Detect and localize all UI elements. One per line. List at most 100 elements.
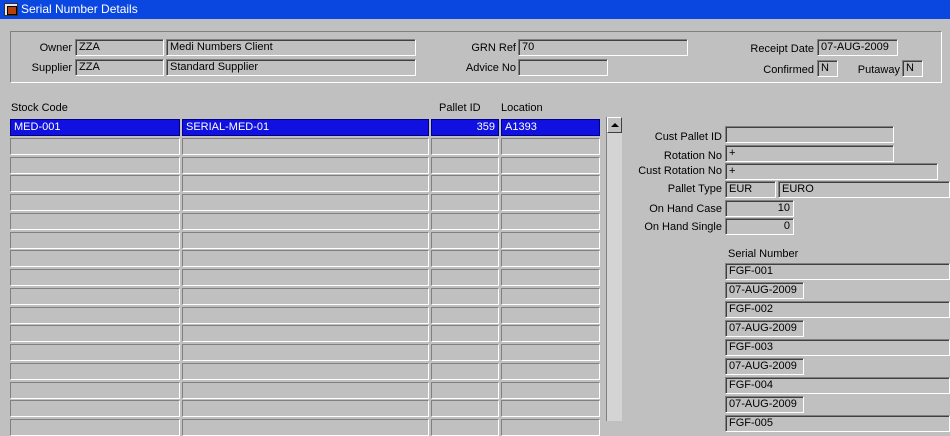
location-cell[interactable] xyxy=(501,250,600,267)
description-cell[interactable] xyxy=(182,288,429,305)
stock-code-cell[interactable] xyxy=(10,325,180,342)
location-cell[interactable] xyxy=(501,157,600,174)
pallet-id-cell[interactable] xyxy=(431,194,499,211)
description-cell[interactable] xyxy=(182,269,429,286)
supplier-name-field[interactable]: Standard Supplier xyxy=(166,59,416,76)
stock-code-cell[interactable] xyxy=(10,269,180,286)
location-cell[interactable] xyxy=(501,400,600,417)
serial-date-field[interactable]: 07-AUG-2009 xyxy=(725,396,804,413)
stock-code-cell[interactable] xyxy=(10,175,180,192)
on-hand-single-field[interactable]: 0 xyxy=(725,218,794,235)
owner-name-field[interactable]: Medi Numbers Client xyxy=(166,39,416,56)
pallet-id-cell[interactable] xyxy=(431,175,499,192)
location-cell[interactable] xyxy=(501,194,600,211)
receipt-date-field[interactable]: 07-AUG-2009 xyxy=(817,39,898,56)
pallet-id-cell[interactable] xyxy=(431,325,499,342)
supplier-code-field[interactable]: ZZA xyxy=(75,59,164,76)
rotation-no-field[interactable]: + xyxy=(725,145,894,162)
pallet-id-cell[interactable] xyxy=(431,307,499,324)
owner-code-field[interactable]: ZZA xyxy=(75,39,164,56)
stock-code-cell[interactable] xyxy=(10,400,180,417)
location-cell[interactable] xyxy=(501,363,600,380)
column-header-pallet-id: Pallet ID xyxy=(439,102,481,114)
putaway-label: Putaway xyxy=(857,64,900,76)
stock-code-cell[interactable] xyxy=(10,232,180,249)
description-cell[interactable]: SERIAL-MED-01 xyxy=(182,119,429,136)
stock-code-cell[interactable] xyxy=(10,157,180,174)
description-cell[interactable] xyxy=(182,250,429,267)
description-cell[interactable] xyxy=(182,363,429,380)
stock-code-cell[interactable] xyxy=(10,307,180,324)
pallet-type-name-field[interactable]: EURO xyxy=(778,181,950,198)
confirmed-field[interactable]: N xyxy=(817,60,838,77)
location-cell[interactable]: A1393 xyxy=(501,119,600,136)
description-cell[interactable] xyxy=(182,400,429,417)
stock-code-cell[interactable] xyxy=(10,419,180,436)
oracle-forms-icon[interactable] xyxy=(4,3,18,16)
description-cell[interactable] xyxy=(182,175,429,192)
location-cell[interactable] xyxy=(501,232,600,249)
grn-ref-label: GRN Ref xyxy=(471,42,516,54)
serial-number-field[interactable]: FGF-004 xyxy=(725,377,950,394)
serial-date-field[interactable]: 07-AUG-2009 xyxy=(725,282,804,299)
stock-code-cell[interactable]: MED-001 xyxy=(10,119,180,136)
pallet-id-cell[interactable]: 359 xyxy=(431,119,499,136)
location-cell[interactable] xyxy=(501,138,600,155)
window-titlebar: Serial Number Details xyxy=(0,0,950,19)
location-cell[interactable] xyxy=(501,288,600,305)
description-cell[interactable] xyxy=(182,194,429,211)
pallet-id-cell[interactable] xyxy=(431,138,499,155)
description-cell[interactable] xyxy=(182,307,429,324)
location-cell[interactable] xyxy=(501,307,600,324)
pallet-id-cell[interactable] xyxy=(431,363,499,380)
pallet-id-cell[interactable] xyxy=(431,157,499,174)
description-cell[interactable] xyxy=(182,419,429,436)
serial-number-field[interactable]: FGF-003 xyxy=(725,339,950,356)
pallet-type-code-field[interactable]: EUR xyxy=(725,181,776,198)
on-hand-case-field[interactable]: 10 xyxy=(725,200,794,217)
serial-date-field[interactable]: 07-AUG-2009 xyxy=(725,320,804,337)
advice-no-label: Advice No xyxy=(465,62,516,74)
serial-number-field[interactable]: FGF-002 xyxy=(725,301,950,318)
location-cell[interactable] xyxy=(501,344,600,361)
description-cell[interactable] xyxy=(182,138,429,155)
location-cell[interactable] xyxy=(501,175,600,192)
serial-number-field[interactable]: FGF-005 xyxy=(725,415,950,432)
pallet-id-cell[interactable] xyxy=(431,213,499,230)
location-cell[interactable] xyxy=(501,213,600,230)
description-cell[interactable] xyxy=(182,344,429,361)
description-cell[interactable] xyxy=(182,382,429,399)
location-cell[interactable] xyxy=(501,382,600,399)
pallet-id-cell[interactable] xyxy=(431,288,499,305)
stock-code-cell[interactable] xyxy=(10,344,180,361)
serial-number-field[interactable]: FGF-001 xyxy=(725,263,950,280)
arrow-up-icon[interactable] xyxy=(607,117,622,133)
description-cell[interactable] xyxy=(182,232,429,249)
stock-code-cell[interactable] xyxy=(10,382,180,399)
stock-code-cell[interactable] xyxy=(10,250,180,267)
description-cell[interactable] xyxy=(182,213,429,230)
stock-code-cell[interactable] xyxy=(10,138,180,155)
pallet-id-cell[interactable] xyxy=(431,250,499,267)
description-cell[interactable] xyxy=(182,157,429,174)
grn-ref-field[interactable]: 70 xyxy=(518,39,688,56)
pallet-id-cell[interactable] xyxy=(431,382,499,399)
location-cell[interactable] xyxy=(501,325,600,342)
stock-code-cell[interactable] xyxy=(10,213,180,230)
pallet-id-cell[interactable] xyxy=(431,400,499,417)
location-cell[interactable] xyxy=(501,269,600,286)
stock-code-cell[interactable] xyxy=(10,363,180,380)
stock-code-cell[interactable] xyxy=(10,288,180,305)
serial-date-field[interactable]: 07-AUG-2009 xyxy=(725,358,804,375)
pallet-id-cell[interactable] xyxy=(431,419,499,436)
pallet-id-cell[interactable] xyxy=(431,344,499,361)
description-cell[interactable] xyxy=(182,325,429,342)
cust-rotation-no-field[interactable]: + xyxy=(725,163,938,180)
pallet-id-cell[interactable] xyxy=(431,232,499,249)
advice-no-field[interactable] xyxy=(518,59,608,76)
cust-pallet-id-field[interactable] xyxy=(725,126,894,143)
putaway-field[interactable]: N xyxy=(902,60,923,77)
pallet-id-cell[interactable] xyxy=(431,269,499,286)
stock-code-cell[interactable] xyxy=(10,194,180,211)
location-cell[interactable] xyxy=(501,419,600,436)
